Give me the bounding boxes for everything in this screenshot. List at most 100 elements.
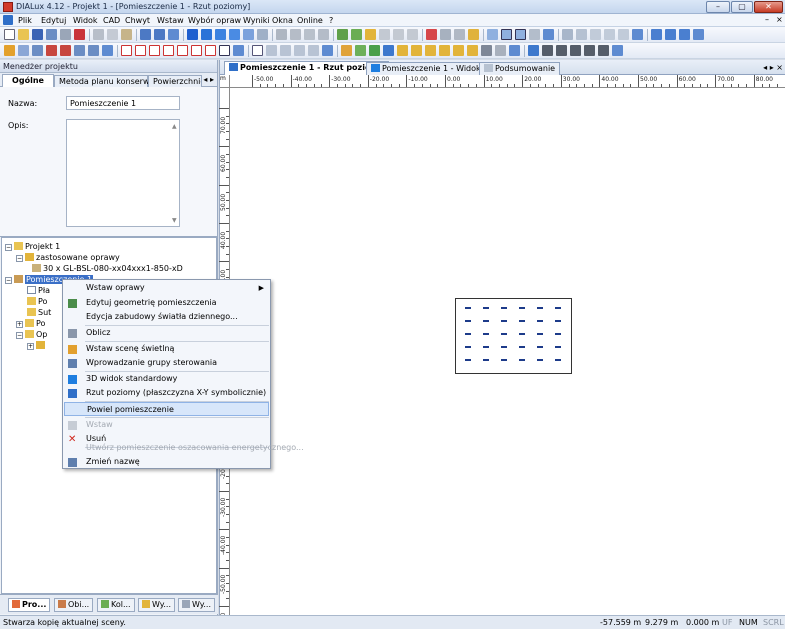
luminaire-symbol[interactable]	[483, 307, 489, 309]
toolbar-dropdown-6-icon[interactable]	[233, 45, 244, 56]
menu-item-wstaw-oprawy[interactable]: Wstaw oprawy ▶	[64, 281, 269, 295]
snap-10-icon[interactable]	[467, 45, 478, 56]
toolbar-dropdown-icon[interactable]	[168, 29, 179, 40]
tree-item-child-2[interactable]: Po	[27, 297, 47, 307]
luminaire-symbol[interactable]	[483, 359, 489, 361]
luminaire-icon[interactable]	[365, 29, 376, 40]
snap-8-icon[interactable]	[439, 45, 450, 56]
undo-icon[interactable]	[140, 29, 151, 40]
draw-1-icon[interactable]	[528, 45, 539, 56]
columns-icon[interactable]	[679, 29, 690, 40]
menu-item-grupa-sterowania[interactable]: Wprowadzanie grupy sterowania	[64, 356, 269, 370]
tree-item-child-6[interactable]: +	[27, 341, 47, 351]
luminaire-4-icon[interactable]	[407, 29, 418, 40]
description-textarea[interactable]	[66, 119, 180, 227]
scroll-up-icon[interactable]: ▲	[172, 123, 214, 130]
table-icon[interactable]	[562, 29, 573, 40]
gauge-icon[interactable]	[440, 29, 451, 40]
luminaire-symbol[interactable]	[537, 320, 543, 322]
luminaire-symbol[interactable]	[501, 320, 507, 322]
luminaire-symbol[interactable]	[519, 333, 525, 335]
bottom-tab-output[interactable]: Wy...	[138, 598, 175, 612]
close-button[interactable]: ✕	[754, 1, 783, 13]
search-doc-icon[interactable]	[604, 29, 615, 40]
snap-2-icon[interactable]	[355, 45, 366, 56]
room-outline[interactable]	[455, 298, 572, 374]
tab-summary[interactable]: Podsumowanie	[479, 62, 561, 75]
mdi-minimize-button[interactable]: –	[765, 15, 769, 24]
collapse-icon[interactable]: −	[16, 255, 23, 262]
maximize-button[interactable]: ▢	[731, 1, 753, 13]
luminaire-symbol[interactable]	[555, 333, 561, 335]
menu-plik[interactable]: Plik	[18, 16, 32, 25]
menu-help[interactable]: ?	[329, 16, 333, 25]
zoom-icon[interactable]	[243, 29, 254, 40]
pointer-icon[interactable]	[252, 45, 263, 56]
print-icon[interactable]	[46, 29, 57, 40]
luminaire-symbol[interactable]	[483, 333, 489, 335]
luminaire-symbol[interactable]	[465, 359, 471, 361]
mdi-close-button[interactable]: ×	[776, 15, 783, 24]
tab-floor-plan[interactable]: Pomieszczenie 1 - Rzut poziomy	[224, 61, 389, 76]
tab-metoda-planu[interactable]: Metoda planu konserwacji	[54, 75, 163, 87]
menu-edytuj[interactable]: Edytuj	[41, 16, 66, 25]
result-3-icon[interactable]	[149, 45, 160, 56]
draw-polyline-icon[interactable]	[556, 45, 567, 56]
window-icon[interactable]	[46, 45, 57, 56]
view-side-icon[interactable]	[215, 29, 226, 40]
bottom-tab-luminaire-selection[interactable]: Wy...	[178, 598, 215, 612]
luminaire-symbol[interactable]	[465, 320, 471, 322]
tree-item-luminaire[interactable]: 30 x GL-BSL-080-xx04xxx1-850-xD	[32, 264, 183, 274]
bottom-tab-objects[interactable]: Obi...	[54, 598, 94, 612]
layout-2-icon[interactable]	[501, 29, 512, 40]
tree-item-child-4[interactable]: + Po	[16, 319, 45, 329]
tab-ogolne[interactable]: Ogólne	[2, 74, 54, 88]
result-7-icon[interactable]	[205, 45, 216, 56]
result-4-icon[interactable]	[163, 45, 174, 56]
snap-6-icon[interactable]	[411, 45, 422, 56]
grid-icon[interactable]	[651, 29, 662, 40]
luminaire-symbol[interactable]	[501, 346, 507, 348]
menu-wstaw[interactable]: Wstaw	[157, 16, 184, 25]
lighting-icon[interactable]	[304, 29, 315, 40]
edit-room-icon[interactable]	[18, 45, 29, 56]
snap-1-icon[interactable]	[341, 45, 352, 56]
luminaire-symbol[interactable]	[555, 307, 561, 309]
draw-line-icon[interactable]	[542, 45, 553, 56]
result-1-icon[interactable]	[121, 45, 132, 56]
luminaire-symbol[interactable]	[537, 346, 543, 348]
minimize-button[interactable]: –	[706, 1, 730, 13]
pan-icon[interactable]	[280, 45, 291, 56]
luminaire-3-icon[interactable]	[393, 29, 404, 40]
result-6-icon[interactable]	[191, 45, 202, 56]
luminaire-symbol[interactable]	[537, 359, 543, 361]
wireframe-icon[interactable]	[318, 29, 329, 40]
luminaire-symbol[interactable]	[483, 320, 489, 322]
tree-item-child-5[interactable]: − Op	[16, 330, 47, 340]
luminaire-symbol[interactable]	[537, 333, 543, 335]
menu-item-edycja-zabudowy[interactable]: Edycja zabudowy światła dziennego...	[64, 310, 269, 324]
menu-online[interactable]: Online	[297, 16, 323, 25]
export-icon[interactable]	[618, 29, 629, 40]
luminaire-symbol[interactable]	[555, 359, 561, 361]
save-icon[interactable]	[32, 29, 43, 40]
layout-4-icon[interactable]	[529, 29, 540, 40]
object-icon[interactable]	[88, 45, 99, 56]
luminaire-symbol[interactable]	[501, 333, 507, 335]
draw-measure-icon[interactable]	[598, 45, 609, 56]
door-icon[interactable]	[60, 45, 71, 56]
calc-all-icon[interactable]	[351, 29, 362, 40]
luminaire-symbol[interactable]	[501, 359, 507, 361]
render-settings-icon[interactable]	[290, 29, 301, 40]
luminaire-symbol[interactable]	[465, 333, 471, 335]
view-top-icon[interactable]	[201, 29, 212, 40]
new-file-icon[interactable]	[4, 29, 15, 40]
snap-5-icon[interactable]	[397, 45, 408, 56]
view-front-icon[interactable]	[229, 29, 240, 40]
zoom-in-icon[interactable]	[266, 45, 277, 56]
rotate-icon[interactable]	[294, 45, 305, 56]
wand-icon[interactable]	[468, 29, 479, 40]
toolbar-dropdown-3-icon[interactable]	[632, 29, 643, 40]
snap-7-icon[interactable]	[425, 45, 436, 56]
luminaire-2-icon[interactable]	[379, 29, 390, 40]
